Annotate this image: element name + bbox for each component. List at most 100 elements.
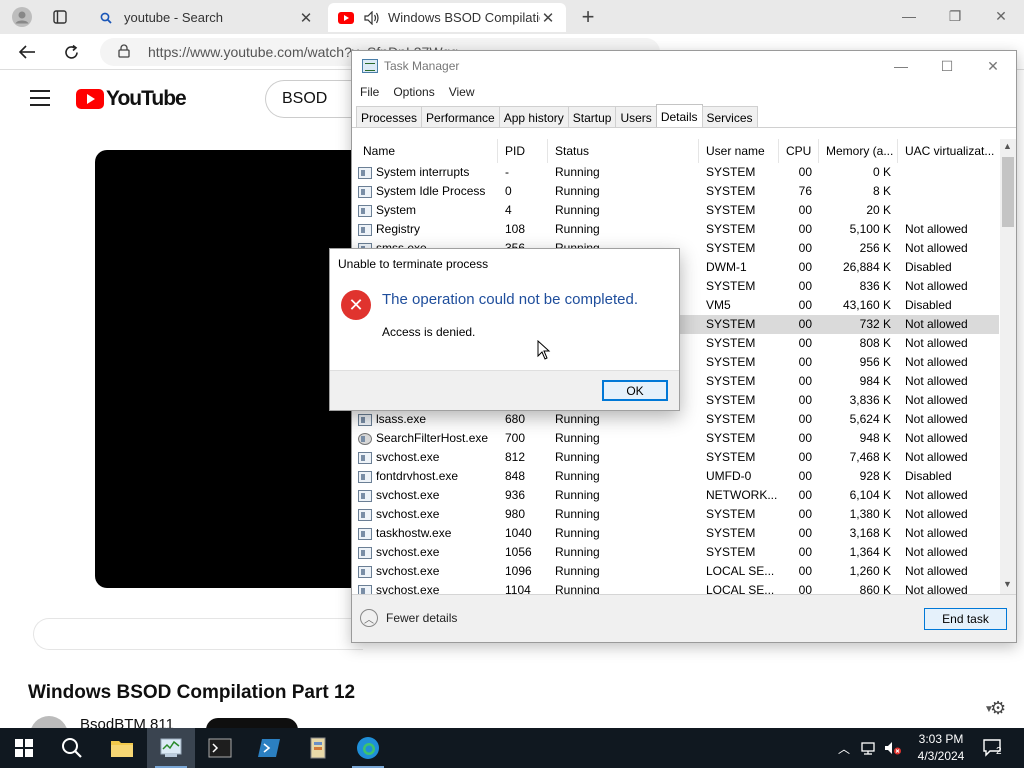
- chat-bar[interactable]: [33, 618, 363, 650]
- tab-divider: [352, 127, 1016, 128]
- tm-scrollbar[interactable]: ▲ ▼: [1000, 139, 1016, 594]
- taskbar-edge[interactable]: [344, 728, 392, 768]
- tab-processes[interactable]: Processes: [356, 106, 423, 128]
- table-row[interactable]: taskhostw.exe 1040 Running SYSTEM 00 3,168 K N…: [356, 524, 999, 543]
- process-uac-text: Not allowed: [905, 393, 968, 407]
- process-uac: Not allowed: [898, 581, 999, 594]
- close-icon[interactable]: ✕: [540, 9, 556, 27]
- col-uac[interactable]: UAC virtualizat...: [898, 139, 999, 163]
- tm-maximize-button[interactable]: ☐: [924, 51, 970, 81]
- hamburger-menu-icon[interactable]: [30, 90, 50, 106]
- process-user-text: DWM-1: [706, 260, 747, 274]
- col-cpu[interactable]: CPU: [779, 139, 819, 163]
- ok-button[interactable]: OK: [602, 380, 668, 401]
- task-manager-titlebar[interactable]: Task Manager — ☐ ✕: [352, 51, 1016, 81]
- table-row[interactable]: svchost.exe 1096 Running LOCAL SE... 00 1,260…: [356, 562, 999, 581]
- tab-youtube-search[interactable]: youtube - Search ✕: [88, 3, 324, 32]
- tm-tabs: Processes Performance App history Startu…: [356, 104, 758, 128]
- col-memory[interactable]: Memory (a...: [819, 139, 898, 163]
- process-uac: Not allowed: [898, 353, 999, 372]
- process-memory-text: 956 K: [859, 355, 891, 369]
- notification-center-button[interactable]: 2: [982, 738, 1004, 758]
- table-row[interactable]: svchost.exe 1104 Running LOCAL SE... 00 860 K…: [356, 581, 999, 594]
- process-icon: [358, 451, 372, 464]
- scroll-down-arrow-icon[interactable]: ▼: [1003, 579, 1012, 589]
- table-row[interactable]: SearchFilterHost.exe 700 Running SYSTEM 00 94…: [356, 429, 999, 448]
- process-cpu-text: 00: [798, 583, 812, 594]
- gear-icon[interactable]: ⚙: [990, 698, 1006, 719]
- browser-restore-button[interactable]: ❐: [932, 0, 978, 32]
- tm-close-button[interactable]: ✕: [970, 51, 1016, 81]
- process-pid-text: 700: [505, 431, 526, 445]
- error-icon: ✕: [341, 290, 371, 320]
- scrollbar-thumb[interactable]: [1002, 157, 1014, 227]
- process-uac: Disabled: [898, 467, 999, 486]
- chevron-up-icon[interactable]: ︿: [838, 740, 850, 757]
- table-row[interactable]: svchost.exe 980 Running SYSTEM 00 1,380 K Not …: [356, 505, 999, 524]
- menu-view[interactable]: View: [449, 85, 475, 99]
- table-row[interactable]: svchost.exe 812 Running SYSTEM 00 7,468 K Not …: [356, 448, 999, 467]
- profile-avatar[interactable]: [8, 4, 36, 30]
- tab-users[interactable]: Users: [615, 106, 657, 128]
- process-pid: 1104: [498, 581, 548, 594]
- tab-actions-button[interactable]: [46, 4, 74, 30]
- tab-services[interactable]: Services: [701, 106, 758, 128]
- process-memory: 860 K: [819, 581, 898, 594]
- table-row[interactable]: lsass.exe 680 Running SYSTEM 00 5,624 K Not al…: [356, 410, 999, 429]
- tab-details[interactable]: Details: [655, 104, 703, 128]
- refresh-button[interactable]: [56, 38, 86, 66]
- back-button[interactable]: [12, 38, 42, 66]
- speaker-icon[interactable]: [364, 10, 380, 26]
- menu-file[interactable]: File: [360, 85, 379, 99]
- process-status: Running: [548, 182, 699, 201]
- browser-minimize-button[interactable]: —: [886, 0, 932, 32]
- table-row[interactable]: svchost.exe 1056 Running SYSTEM 00 1,364 K Not…: [356, 543, 999, 562]
- end-task-button[interactable]: End task: [924, 608, 1007, 630]
- process-cpu-text: 00: [798, 507, 812, 521]
- taskbar-app[interactable]: [294, 728, 342, 768]
- tm-minimize-button[interactable]: —: [878, 51, 924, 81]
- taskbar-file-explorer[interactable]: [98, 728, 146, 768]
- taskbar-powershell[interactable]: [245, 728, 293, 768]
- table-row[interactable]: System interrupts - Running SYSTEM 00 0 K: [356, 163, 999, 182]
- process-user-text: SYSTEM: [706, 165, 756, 179]
- tm-footer: ︿ Fewer details End task: [352, 594, 1016, 642]
- table-row[interactable]: fontdrvhost.exe 848 Running UMFD-0 00 928 K Di…: [356, 467, 999, 486]
- process-icon: [358, 546, 372, 559]
- network-icon[interactable]: [860, 741, 876, 755]
- taskbar-clock[interactable]: 3:03 PM 4/3/2024: [912, 731, 970, 765]
- tab-bsod-video[interactable]: Windows BSOD Compilation Part 12 ✕: [328, 3, 566, 32]
- volume-muted-icon[interactable]: [884, 741, 902, 755]
- taskbar-terminal[interactable]: [196, 728, 244, 768]
- table-row[interactable]: Registry 108 Running SYSTEM 00 5,100 K Not all…: [356, 220, 999, 239]
- col-name[interactable]: Name: [356, 139, 498, 163]
- col-user-name[interactable]: User name: [699, 139, 779, 163]
- process-user-text: SYSTEM: [706, 393, 756, 407]
- browser-close-button[interactable]: ✕: [978, 0, 1024, 32]
- table-row[interactable]: System 4 Running SYSTEM 00 20 K: [356, 201, 999, 220]
- notification-count: 2: [996, 746, 1002, 757]
- tab-startup[interactable]: Startup: [567, 106, 617, 128]
- scroll-up-arrow-icon[interactable]: ▲: [1003, 141, 1012, 151]
- table-row[interactable]: svchost.exe 936 Running NETWORK... 00 6,104 K…: [356, 486, 999, 505]
- col-pid[interactable]: PID ^: [498, 139, 548, 163]
- youtube-logo[interactable]: YouTube: [76, 87, 187, 111]
- close-icon[interactable]: ✕: [298, 9, 314, 27]
- process-cpu: 76: [779, 182, 819, 201]
- fewer-details-button[interactable]: ︿ Fewer details: [360, 609, 457, 627]
- col-status[interactable]: Status: [548, 139, 699, 163]
- taskbar-task-manager[interactable]: [147, 728, 195, 768]
- tab-performance[interactable]: Performance: [421, 106, 500, 128]
- process-cpu-text: 00: [798, 336, 812, 350]
- task-manager-title: Task Manager: [384, 59, 460, 73]
- process-cpu-text: 00: [798, 564, 812, 578]
- tab-app-history[interactable]: App history: [498, 106, 569, 128]
- process-icon: [358, 489, 372, 502]
- menu-options[interactable]: Options: [393, 85, 434, 99]
- taskbar-search-button[interactable]: [48, 728, 96, 768]
- process-memory: 3,168 K: [819, 524, 898, 543]
- start-button[interactable]: [0, 728, 48, 768]
- new-tab-button[interactable]: +: [574, 4, 602, 30]
- video-player[interactable]: [95, 150, 355, 588]
- table-row[interactable]: System Idle Process 0 Running SYSTEM 76 8 K: [356, 182, 999, 201]
